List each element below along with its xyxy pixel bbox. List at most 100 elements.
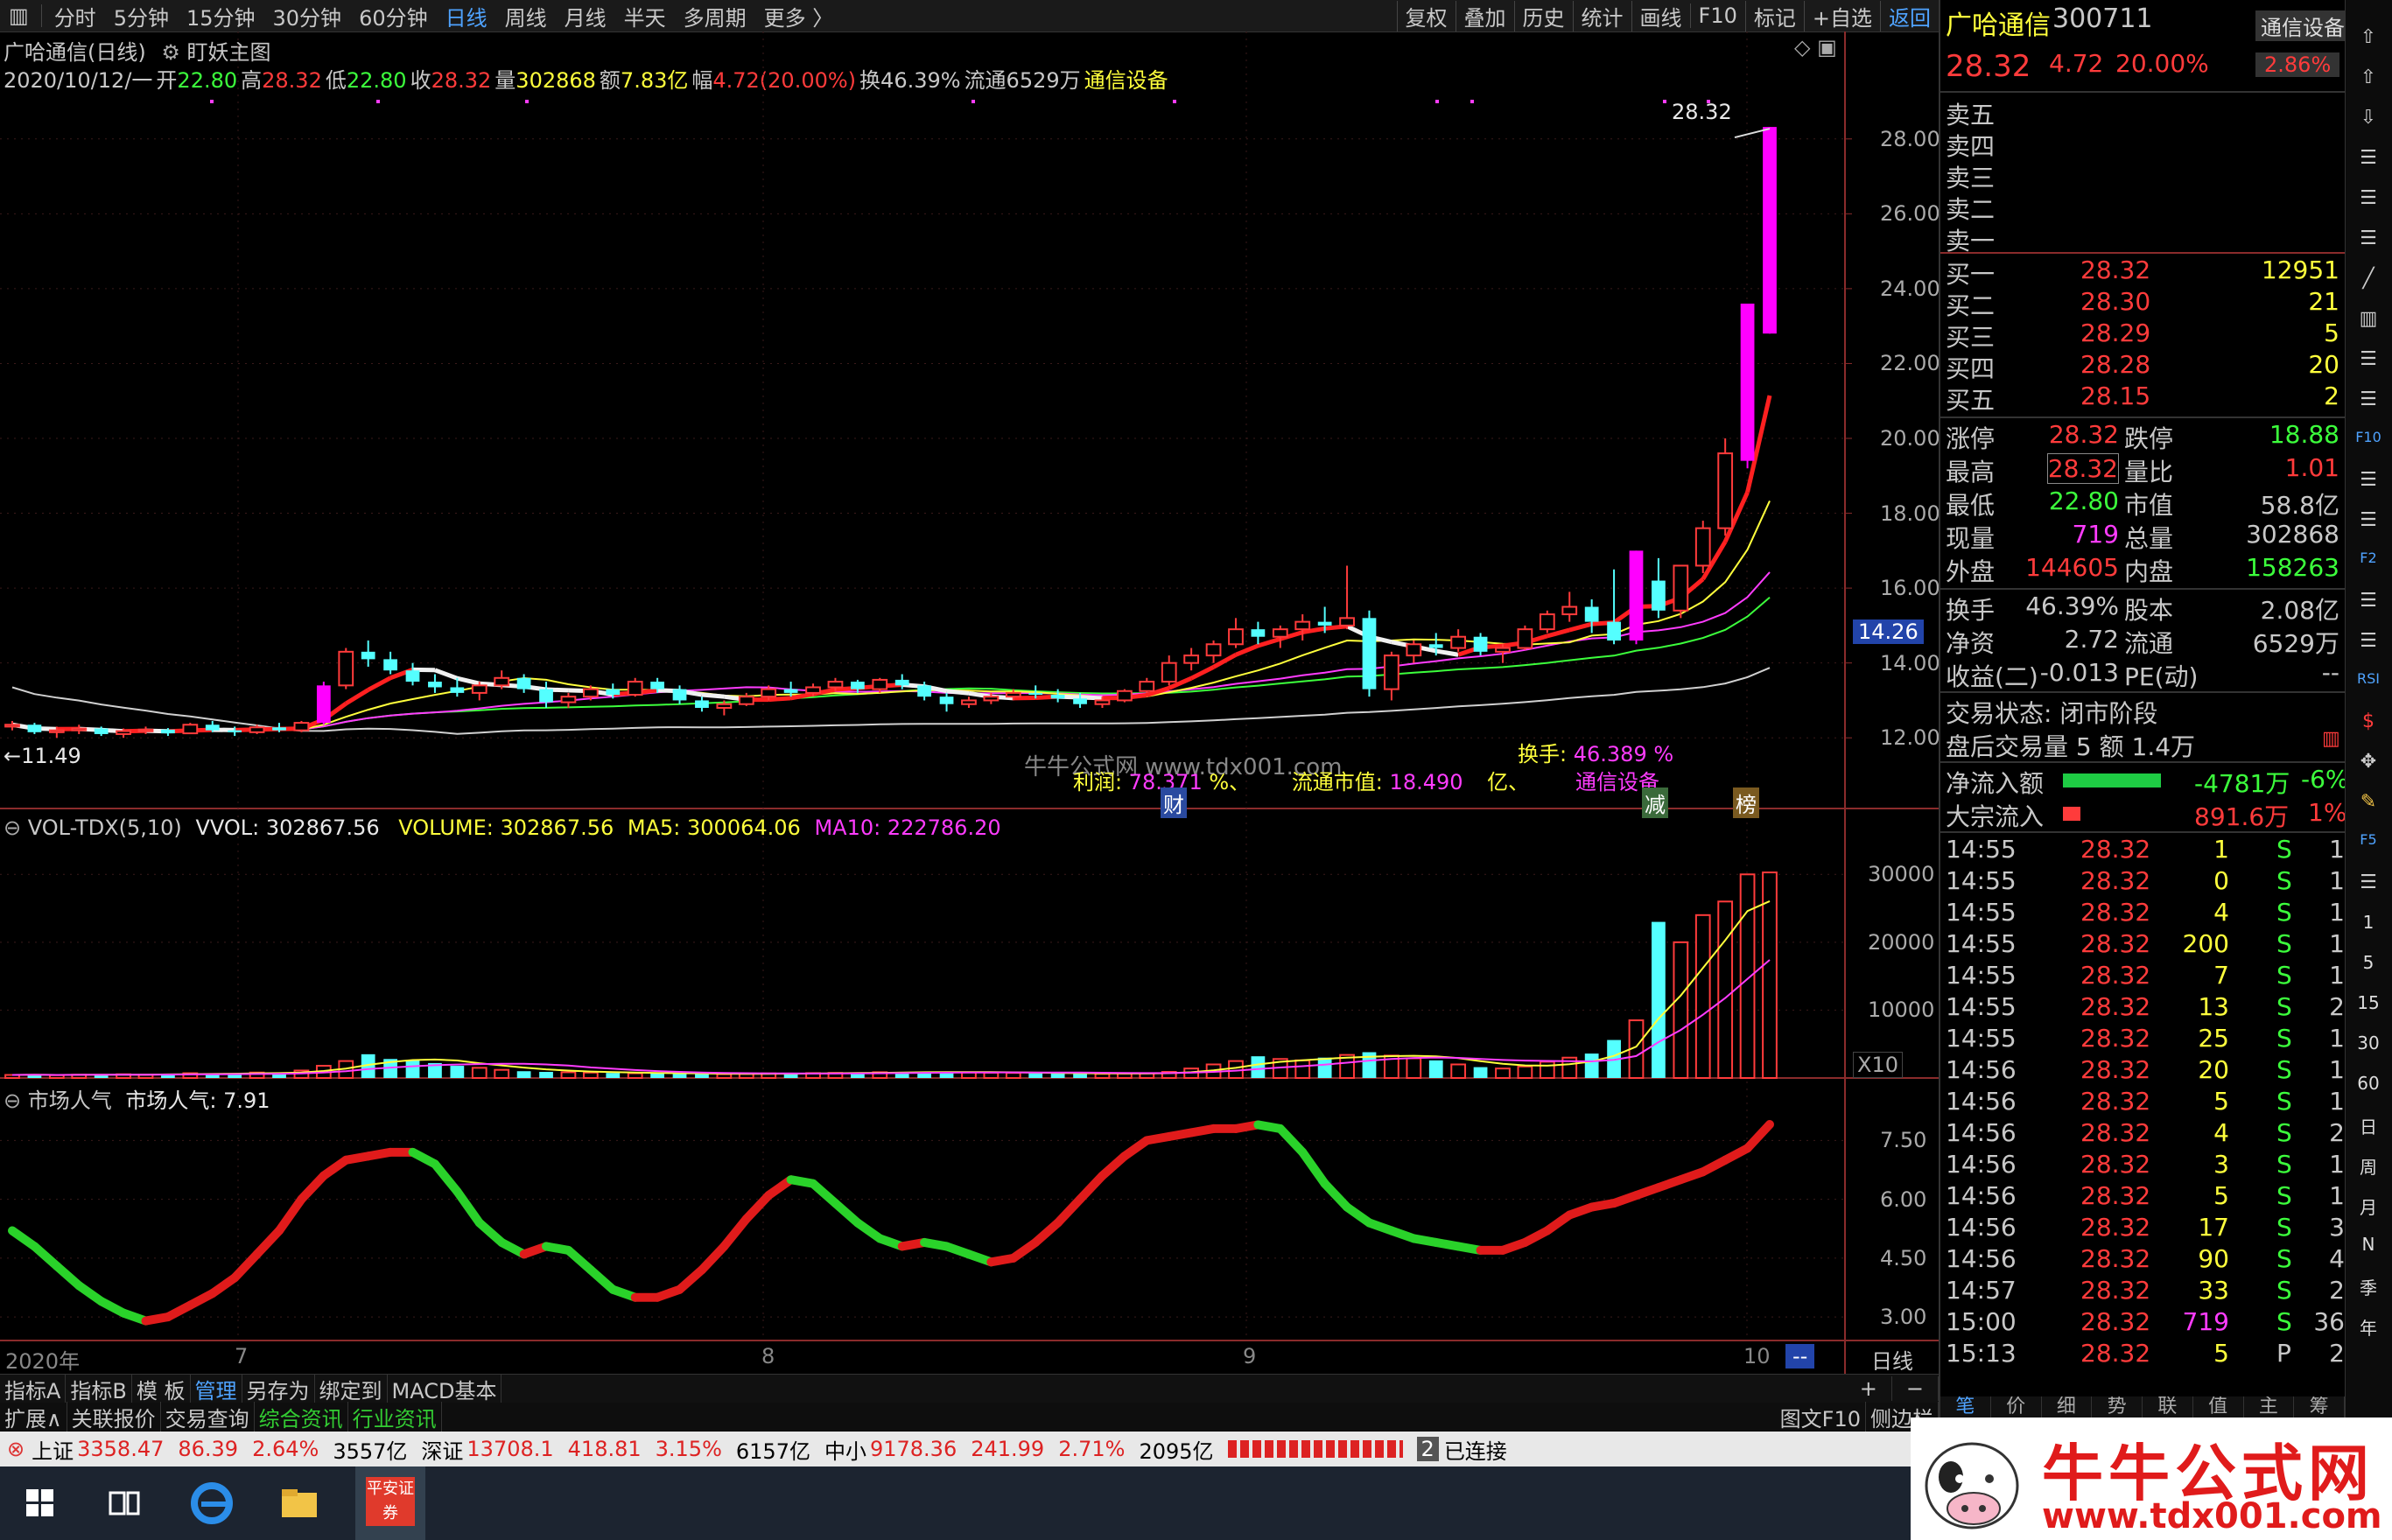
side-tool-button[interactable]: 30 [2351, 1032, 2386, 1054]
side-tool-button[interactable]: $ [2351, 710, 2386, 732]
overlay-button[interactable]: 叠加 [1455, 0, 1514, 32]
file-explorer-icon[interactable] [271, 1475, 327, 1531]
side-tool-button[interactable]: F2 [2351, 550, 2386, 566]
tab-indicator-b[interactable]: 指标B [66, 1373, 132, 1404]
quote-tab[interactable]: 联 [2143, 1396, 2193, 1418]
tab-macd-basic[interactable]: MACD基本 [388, 1373, 502, 1404]
stats-button[interactable]: 统计 [1572, 0, 1631, 32]
quote-tab[interactable]: 势 [2092, 1396, 2143, 1418]
alert-icon[interactable]: ⊗ [7, 1437, 25, 1461]
tab-expand[interactable]: 扩展∧ [0, 1401, 67, 1432]
side-tool-button[interactable]: ▥ [2351, 308, 2386, 330]
quote-tab[interactable]: 笔 [1940, 1396, 1991, 1418]
tab-5min[interactable]: 5分钟 [105, 1, 178, 32]
quote-tab[interactable]: 主 [2243, 1396, 2295, 1418]
tab-60min[interactable]: 60分钟 [350, 1, 437, 32]
draw-line-button[interactable]: 画线 [1631, 0, 1690, 32]
collapse-icon[interactable]: ⊖ [4, 816, 21, 840]
side-tool-button[interactable]: ⇧ [2351, 26, 2386, 48]
side-tool-button[interactable]: ☰ [2351, 147, 2386, 169]
popularity-indicator-name[interactable]: 市场人气 [28, 1088, 112, 1113]
connection-status[interactable]: 已连接 [1444, 1434, 1507, 1465]
bid-row[interactable]: 买五 28.15 2 [1940, 382, 2345, 415]
mark-button[interactable]: 标记 [1744, 0, 1804, 32]
side-tool-button[interactable]: 季 [2351, 1274, 2386, 1299]
task-view-icon[interactable] [96, 1475, 152, 1531]
side-tool-button[interactable]: ☰ [2351, 388, 2386, 410]
tab-save-as[interactable]: 另存为 [242, 1373, 315, 1404]
side-tool-button[interactable]: ╱ [2351, 268, 2386, 290]
side-tool-button[interactable]: 年 [2351, 1314, 2386, 1340]
period-indicator[interactable]: 日线 [1871, 1344, 1913, 1375]
side-tool-button[interactable]: F10 [2351, 429, 2386, 445]
quote-tab[interactable]: 筹 [2294, 1396, 2345, 1418]
f10-text-button[interactable]: 图文F10 [1776, 1401, 1866, 1432]
tab-trade-query[interactable]: 交易查询 [161, 1401, 255, 1432]
side-tool-button[interactable]: ☰ [2351, 872, 2386, 893]
tab-industry-news[interactable]: 行业资讯 [348, 1401, 442, 1432]
side-tool-button[interactable]: ☰ [2351, 509, 2386, 531]
side-tool-button[interactable]: 15 [2351, 992, 2386, 1013]
reduce-tag[interactable]: 减 [1642, 788, 1668, 818]
bid-row[interactable]: 买三 28.29 5 [1940, 318, 2345, 352]
tab-15min[interactable]: 15分钟 [178, 1, 264, 32]
side-tool-button[interactable]: ☰ [2351, 228, 2386, 249]
side-tool-button[interactable]: ✥ [2351, 751, 2386, 773]
tab-indicator-a[interactable]: 指标A [0, 1373, 67, 1404]
history-button[interactable]: 历史 [1513, 0, 1573, 32]
zoom-out-button[interactable]: − [1892, 1376, 1939, 1401]
side-tool-button[interactable]: 月 [2351, 1194, 2386, 1219]
pingan-securities-app[interactable]: 平安证券 [355, 1466, 425, 1540]
tab-30min[interactable]: 30分钟 [264, 1, 351, 32]
side-tool-button[interactable]: 日 [2351, 1113, 2386, 1138]
tab-monthly[interactable]: 月线 [556, 1, 615, 32]
tab-halfday[interactable]: 半天 [615, 1, 675, 32]
ranking-tag[interactable]: 榜 [1733, 788, 1759, 818]
ask-row[interactable]: 卖二 [1940, 191, 2345, 224]
tab-minute[interactable]: 分时 [46, 1, 105, 32]
chart-icon[interactable]: ▥ [2322, 728, 2340, 750]
tab-news[interactable]: 综合资讯 [255, 1401, 348, 1432]
ask-row[interactable]: 卖三 [1940, 159, 2345, 192]
collapse-icon[interactable]: ⊖ [4, 1088, 21, 1113]
tab-bind-to[interactable]: 绑定到 [315, 1373, 388, 1404]
sector-button[interactable]: 通信设备 [2255, 10, 2350, 41]
tab-more[interactable]: 更多 〉 [755, 1, 843, 32]
tab-related-quotes[interactable]: 关联报价 [67, 1401, 161, 1432]
side-tool-button[interactable]: 5 [2351, 952, 2386, 973]
bid-row[interactable]: 买四 28.28 20 [1940, 350, 2345, 383]
side-tool-button[interactable]: RSI [2351, 670, 2386, 687]
side-tool-button[interactable]: ☰ [2351, 469, 2386, 491]
side-tool-button[interactable]: ⇩ [2351, 107, 2386, 129]
sz-index-label[interactable]: 深证 [421, 1434, 463, 1465]
side-tool-button[interactable]: 周 [2351, 1153, 2386, 1179]
tab-template[interactable]: 模 板 [132, 1373, 191, 1404]
side-tool-button[interactable]: ✎ [2351, 791, 2386, 813]
side-tool-button[interactable]: 60 [2351, 1073, 2386, 1094]
tab-multi-period[interactable]: 多周期 [675, 1, 755, 32]
f10-button[interactable]: F10 [1689, 4, 1745, 28]
tab-daily[interactable]: 日线 [437, 1, 496, 32]
side-tool-button[interactable]: ☰ [2351, 590, 2386, 612]
windows-start-icon[interactable] [12, 1475, 68, 1531]
zx-index-label[interactable]: 中小 [824, 1434, 866, 1465]
fuquan-button[interactable]: 复权 [1396, 0, 1456, 32]
quote-tab[interactable]: 价 [1990, 1396, 2042, 1418]
edge-browser-icon[interactable] [184, 1475, 240, 1531]
back-button[interactable]: 返回 [1880, 0, 1939, 32]
sh-index-label[interactable]: 上证 [32, 1434, 74, 1465]
zoom-in-button[interactable]: + [1846, 1376, 1892, 1401]
bid-row[interactable]: 买二 28.30 21 [1940, 287, 2345, 320]
side-tool-button[interactable]: 1 [2351, 912, 2386, 933]
side-tool-button[interactable]: ⇧ [2351, 66, 2386, 88]
tab-manage[interactable]: 管理 [191, 1373, 242, 1404]
bid-row[interactable]: 买一 28.32 12951 [1940, 256, 2345, 289]
ask-row[interactable]: 卖一 [1940, 222, 2345, 256]
side-tool-button[interactable]: F5 [2351, 831, 2386, 848]
menu-icon[interactable]: ▥ [0, 4, 38, 28]
side-tool-button[interactable]: ☰ [2351, 187, 2386, 209]
ask-row[interactable]: 卖四 [1940, 128, 2345, 161]
vol-indicator-name[interactable]: VOL-TDX(5,10) [28, 816, 182, 840]
add-watchlist-button[interactable]: +自选 [1803, 0, 1880, 32]
finance-tag[interactable]: 财 [1161, 788, 1187, 818]
